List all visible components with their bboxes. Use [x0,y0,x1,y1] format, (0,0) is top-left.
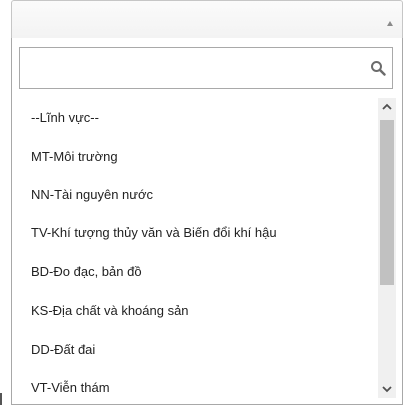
scrollbar[interactable] [378,98,396,398]
search-icon [371,61,386,76]
search-input[interactable] [20,48,360,88]
scrollbar-thumb[interactable] [380,120,394,285]
list-item[interactable]: MT-Môi trường [31,149,118,165]
page-edge-mark [0,393,2,405]
search-box[interactable] [19,47,393,89]
list-item[interactable]: BD-Đo đạc, bản đồ [31,264,142,280]
list-item[interactable]: DD-Đất đai [31,342,95,358]
list-item[interactable]: TV-Khí tượng thủy văn và Biến đổi khí hậ… [31,225,277,241]
list-item[interactable]: NN-Tài nguyên nước [31,187,153,203]
option-list: --Lĩnh vực-- MT-Môi trường NN-Tài nguyên… [20,98,375,405]
list-item[interactable]: KS-Địa chất và khoáng sản [31,303,189,319]
list-item[interactable]: --Lĩnh vực-- [31,110,99,126]
list-item[interactable]: VT-Viễn thám [31,380,110,396]
scroll-down-arrow-icon[interactable] [378,380,396,398]
scroll-up-arrow-icon[interactable] [378,98,396,116]
caret-up-icon [387,21,393,26]
